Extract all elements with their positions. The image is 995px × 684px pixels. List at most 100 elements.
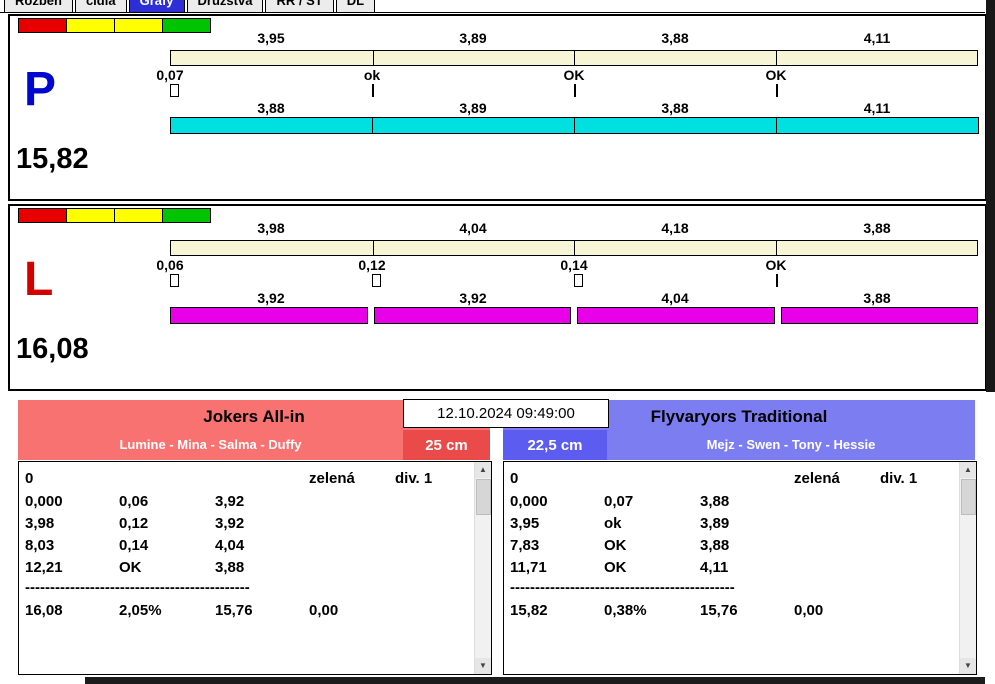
cell: 0,000 xyxy=(510,493,548,510)
table-row: 0,000 0,07 3,88 xyxy=(504,493,958,513)
table-total-row: 15,82 0,38% 15,76 0,00 xyxy=(504,602,958,622)
scrollbar[interactable]: ▲ ▼ xyxy=(959,462,976,674)
window-bottom-edge xyxy=(85,677,985,684)
bar-segment xyxy=(170,307,368,324)
cell: OK xyxy=(119,559,142,576)
tab-rozbeh[interactable]: Rozběh xyxy=(4,0,73,12)
split-value: 3,88 xyxy=(863,220,891,236)
lane-panel-p: P 15,82 3,95 3,89 3,88 4,11 0,07 ok OK O… xyxy=(8,14,987,201)
status-light-yellow-2 xyxy=(114,18,163,33)
tab-rr-st[interactable]: RR / ST xyxy=(265,0,334,12)
cell: 3,95 xyxy=(510,515,540,532)
tab-grafy[interactable]: Grafy xyxy=(128,0,185,12)
table-row: 8,03 0,14 4,04 xyxy=(19,537,473,557)
table-row: 3,95 ok 3,89 xyxy=(504,515,958,535)
bar-segment xyxy=(373,307,571,324)
cell: div. 1 xyxy=(395,470,433,487)
scrollbar-thumb[interactable] xyxy=(476,479,491,515)
split-value: 4,04 xyxy=(459,220,487,236)
scroll-down-icon[interactable]: ▼ xyxy=(475,658,491,674)
splits-top-row: 3,95 3,89 3,88 4,11 xyxy=(170,30,978,46)
status-label: 0,14 xyxy=(560,257,588,273)
cell: 3,88 xyxy=(700,493,730,510)
cell: 0,07 xyxy=(604,493,634,510)
lane-color-bar xyxy=(170,307,978,324)
status-light-yellow-1 xyxy=(66,208,115,223)
split-value: 3,98 xyxy=(257,220,285,236)
status-row: 0,06 0,12 0,14 OK xyxy=(156,257,978,273)
table-separator-row: ----------------------------------------… xyxy=(19,579,473,599)
bar-separator xyxy=(372,51,374,65)
marker-row xyxy=(170,84,978,97)
cell: 7,83 xyxy=(510,537,540,554)
cell: 4,04 xyxy=(215,537,245,554)
bar-segment xyxy=(574,117,777,134)
split-value: 3,88 xyxy=(257,100,285,116)
scroll-down-icon[interactable]: ▼ xyxy=(960,658,976,674)
cell: 0 xyxy=(510,470,519,487)
lane-letter: P xyxy=(24,63,57,116)
cell: 8,03 xyxy=(25,537,55,554)
cell: zelená xyxy=(794,470,840,487)
scroll-up-icon[interactable]: ▲ xyxy=(960,462,976,478)
bar-separator xyxy=(775,51,777,65)
cell: 3,92 xyxy=(215,515,245,532)
table-separator-row: ----------------------------------------… xyxy=(504,579,958,599)
scroll-up-icon[interactable]: ▲ xyxy=(475,462,491,478)
lane-chart: 3,98 4,04 4,18 3,88 0,06 0,12 0,14 OK 3,… xyxy=(156,206,978,389)
splits-top-row: 3,98 4,04 4,18 3,88 xyxy=(170,220,978,236)
split-value: 3,95 xyxy=(257,30,285,46)
table-row: 0 zelená div. 1 xyxy=(504,470,958,490)
status-label: OK xyxy=(563,67,585,83)
timeline-bar xyxy=(170,240,978,256)
separator-line: ----------------------------------------… xyxy=(510,579,735,596)
tab-druzstva[interactable]: Družstva xyxy=(186,0,264,12)
cell: 0,06 xyxy=(119,493,149,510)
table-row: 3,98 0,12 3,92 xyxy=(19,515,473,535)
status-label: OK xyxy=(765,257,787,273)
tab-strip-inner: Rozběh čidla Grafy Družstva RR / ST DL xyxy=(4,0,376,12)
marker-icon xyxy=(170,84,179,97)
separator-line: ----------------------------------------… xyxy=(25,579,250,596)
split-value: 3,92 xyxy=(459,290,487,306)
scrollbar-thumb[interactable] xyxy=(961,479,976,515)
table-row: 0,000 0,06 3,92 xyxy=(19,493,473,513)
tab-strip-divider xyxy=(0,12,985,13)
window-right-edge xyxy=(986,0,995,392)
cell: 12,21 xyxy=(25,559,63,576)
tab-cidla[interactable]: čidla xyxy=(74,0,127,12)
bar-segment xyxy=(170,117,373,134)
split-value: 4,11 xyxy=(863,30,891,46)
split-value: 4,04 xyxy=(661,290,689,306)
bar-separator xyxy=(574,241,575,255)
cell: 11,71 xyxy=(510,559,547,576)
status-light-yellow-1 xyxy=(66,18,115,33)
split-value: 3,92 xyxy=(257,290,285,306)
bar-segment xyxy=(780,307,978,324)
marker-icon xyxy=(776,274,778,287)
table-row: 0 zelená div. 1 xyxy=(19,470,473,490)
cell: 4,11 xyxy=(700,559,729,576)
lane-letter: L xyxy=(24,253,54,306)
tab-dl[interactable]: DL xyxy=(335,0,376,12)
split-value: 3,88 xyxy=(863,290,891,306)
marker-icon xyxy=(574,84,576,97)
cell: 0,00 xyxy=(794,602,824,619)
status-label: ok xyxy=(363,67,381,83)
scrollbar[interactable]: ▲ ▼ xyxy=(474,462,491,674)
cell: 0,000 xyxy=(25,493,63,510)
cell: 3,98 xyxy=(25,515,55,532)
cell: 3,88 xyxy=(700,537,730,554)
marker-icon xyxy=(776,84,778,97)
status-light-red xyxy=(18,18,67,33)
splits-bottom-row: 3,92 3,92 4,04 3,88 xyxy=(170,290,978,306)
bar-segment xyxy=(577,307,775,324)
status-label: 0,12 xyxy=(358,257,386,273)
cell: 0,00 xyxy=(309,602,339,619)
race-datetime: 12.10.2024 09:49:00 xyxy=(403,399,609,428)
lane-chart: 3,95 3,89 3,88 4,11 0,07 ok OK OK 3,88 3… xyxy=(156,16,979,199)
status-row: 0,07 ok OK OK xyxy=(156,67,978,83)
lane-total-time: 15,82 xyxy=(16,143,89,175)
status-label: 0,06 xyxy=(156,257,184,273)
lane-color-bar xyxy=(170,117,979,134)
